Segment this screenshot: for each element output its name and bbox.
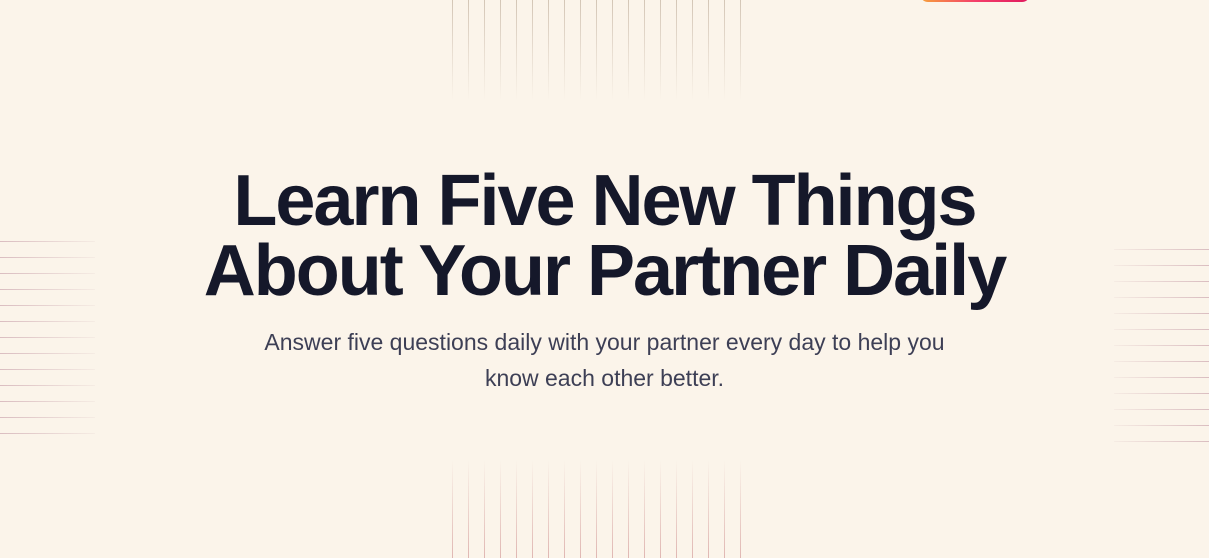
hero-section: Learn Five New Things About Your Partner… (0, 161, 1209, 396)
cta-button-partial[interactable] (920, 0, 1030, 2)
hero-title: Learn Five New Things About Your Partner… (203, 161, 1007, 311)
hero-subtitle: Answer five questions daily with your pa… (264, 329, 945, 391)
decorative-vertical-lines-top (452, 0, 742, 100)
landing-page: Learn Five New Things About Your Partner… (0, 0, 1209, 558)
decorative-vertical-lines-bottom (452, 460, 742, 558)
